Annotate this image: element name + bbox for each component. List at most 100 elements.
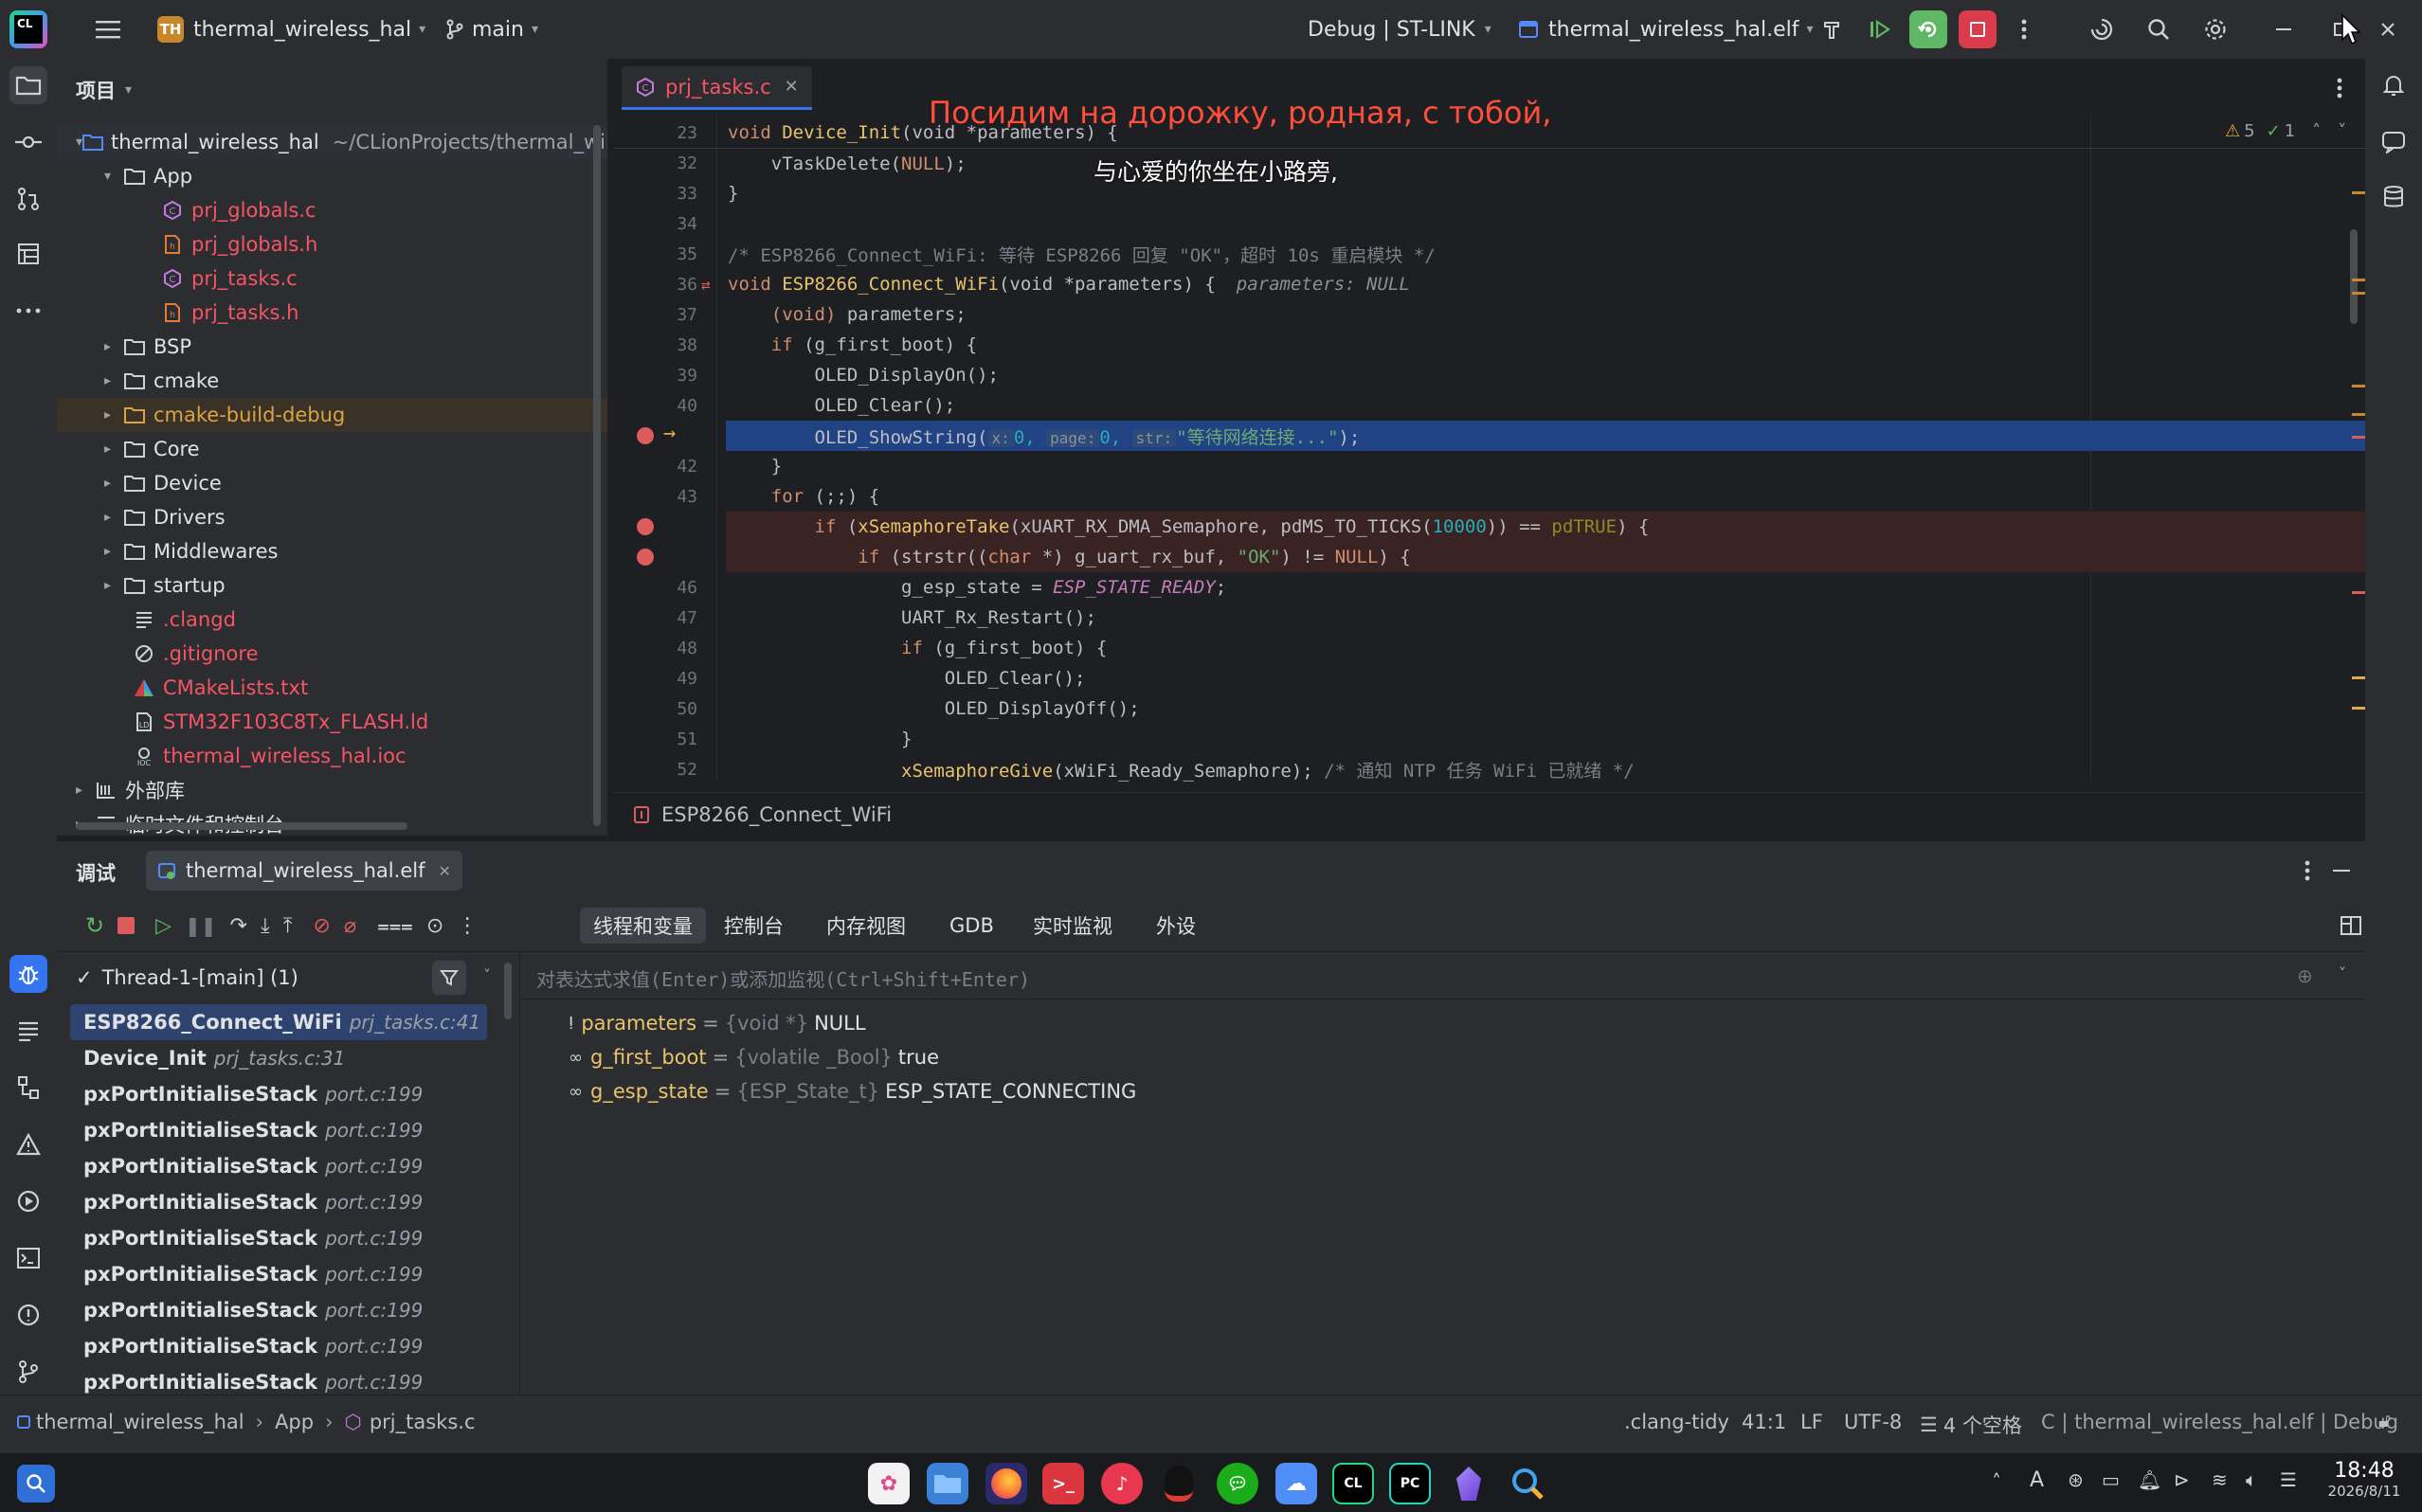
variable-row[interactable]: ∞ g_esp_state = {ESP_State_t} ESP_STATE_… (569, 1074, 1136, 1108)
ai-chat-icon[interactable] (2375, 123, 2413, 161)
stop-icon[interactable] (1958, 0, 1997, 59)
problems-triangle-icon[interactable] (9, 1125, 47, 1163)
run-to-cursor-icon[interactable]: ⊙ (426, 914, 443, 938)
resume-icon[interactable] (1861, 0, 1899, 59)
tree-item-prj-tasks-h[interactable]: h prj_tasks.h (57, 296, 607, 330)
database-icon[interactable] (2375, 178, 2413, 216)
tree-item-prj-globals-c[interactable]: C prj_globals.c (57, 193, 607, 227)
chevron-down-icon[interactable]: ˅ (483, 966, 491, 984)
structure-icon[interactable] (9, 235, 47, 273)
commit-icon[interactable] (9, 123, 47, 161)
breakpoint-marker[interactable] (2352, 591, 2365, 594)
pycharm-taskbar-icon[interactable]: PC (1389, 1463, 1431, 1504)
settings-gear-icon[interactable] (2196, 0, 2234, 59)
step-over-icon[interactable]: ↷ (230, 914, 247, 938)
code-line-34[interactable]: 34 (614, 208, 2365, 239)
toolbar-more-icon[interactable]: ⋮ (457, 914, 478, 938)
filter-frames-icon[interactable] (432, 961, 466, 995)
branch-selector[interactable]: main ▾ (445, 0, 538, 59)
volume-icon[interactable]: 🔈︎ (2246, 1468, 2257, 1491)
tree-item-clangd[interactable]: .clangd (57, 603, 607, 637)
code-line-39[interactable]: 39 OLED_DisplayOn(); (614, 360, 2365, 390)
warning-marker[interactable] (2352, 292, 2365, 295)
status-breadcrumb[interactable]: thermal_wireless_hal › App › ⬡ prj_tasks… (17, 1411, 476, 1433)
view-breakpoints-icon[interactable]: ⊘ (313, 914, 330, 938)
run-services-icon[interactable] (9, 1182, 47, 1220)
code-line-41-current[interactable]: → OLED_ShowString(x: 0, page: 0, str: "等待网络… (614, 421, 2365, 451)
pull-requests-icon[interactable] (9, 180, 47, 218)
breakpoint-verified-icon[interactable] (637, 518, 654, 535)
hide-panel-icon[interactable] (2327, 855, 2356, 887)
code-line-37[interactable]: 37 (void) parameters; (614, 299, 2365, 330)
code-line-40[interactable]: 40 OLED_Clear(); (614, 390, 2365, 421)
clion-logo[interactable]: CL (9, 0, 47, 59)
more-actions-icon[interactable] (2007, 0, 2041, 59)
more-tools-icon[interactable] (9, 292, 47, 330)
media-tray-icon[interactable]: ⊳ (2174, 1468, 2190, 1491)
debug-active-icon[interactable] (1908, 0, 1948, 59)
debug-bug-icon[interactable] (9, 955, 47, 993)
tree-item-scratches[interactable]: ▸ 临时文件和控制台 (57, 807, 607, 836)
close-icon[interactable]: ✕ (785, 77, 799, 97)
qq-icon[interactable] (1158, 1463, 1200, 1504)
cloud-drive-icon[interactable]: ☁ (1275, 1463, 1317, 1504)
frame-row[interactable]: pxPortInitialiseStack port.c:199 (70, 1292, 487, 1328)
run-config-selector[interactable]: Debug | ST-LINK ▾ (1308, 0, 1491, 59)
tree-item-ioc[interactable]: IOC thermal_wireless_hal.ioc (57, 739, 607, 773)
debug-more-icon[interactable] (2293, 855, 2322, 887)
terminal-app-icon[interactable]: >_ (1042, 1463, 1084, 1504)
frame-row[interactable]: pxPortInitialiseStack port.c:199 (70, 1184, 487, 1220)
tree-item-middlewares[interactable]: ▸ Middlewares (57, 534, 607, 568)
project-vertical-scrollbar[interactable] (593, 125, 601, 826)
override-arrow-icon[interactable]: ⇄ (701, 276, 711, 294)
thread-selector[interactable]: ✓ Thread-1-[main] (1) (76, 959, 483, 997)
frame-row[interactable]: pxPortInitialiseStack port.c:199 (70, 1112, 487, 1148)
editor-tab-prj-tasks-c[interactable]: C prj_tasks.c ✕ (622, 66, 812, 110)
ai-assistant-icon[interactable] (2083, 0, 2121, 59)
frame-row[interactable]: pxPortInitialiseStack port.c:199 (70, 1220, 487, 1256)
step-out-icon[interactable]: ⤒ (283, 914, 293, 938)
tree-item-startup[interactable]: ▸ startup (57, 568, 607, 603)
frame-row[interactable]: pxPortInitialiseStack port.c:199 (70, 1256, 487, 1292)
search-icon[interactable] (2140, 0, 2178, 59)
step-into-icon[interactable]: ⤓ (261, 914, 270, 938)
tab-peripherals[interactable]: 外设 (1143, 908, 1209, 944)
code-line-33[interactable]: 33 } (614, 178, 2365, 208)
warning-marker[interactable] (2352, 385, 2365, 387)
battery-icon[interactable]: ▭ (2102, 1468, 2120, 1491)
code-line-32[interactable]: 32 vTaskDelete(NULL); (614, 148, 2365, 178)
music-player-icon[interactable]: ♪ (1101, 1463, 1143, 1504)
add-watch-icon[interactable]: ⊕ (2297, 964, 2313, 987)
tab-gdb[interactable]: GDB (936, 908, 1007, 944)
stop-icon[interactable] (117, 917, 136, 934)
code-line-46[interactable]: 46 g_esp_state = ESP_STATE_READY; (614, 572, 2365, 603)
tree-root[interactable]: ▾ thermal_wireless_hal ~/CLionProjects/t… (57, 125, 607, 159)
clang-tidy-widget[interactable]: .clang-tidy (1624, 1411, 1729, 1433)
resume-icon[interactable]: ▷ (155, 914, 172, 938)
code-line-45-breakpoint[interactable]: if (strstr((char *) g_uart_rx_buf, "OK")… (614, 542, 2365, 572)
pause-icon[interactable]: ❚❚ (185, 914, 217, 937)
breakpoint-marker[interactable] (2352, 436, 2365, 439)
frame-row[interactable]: pxPortInitialiseStack port.c:199 (70, 1148, 487, 1184)
problems-icon[interactable] (9, 1296, 47, 1334)
warning-marker[interactable] (2352, 279, 2365, 281)
tree-item-external-libraries[interactable]: ▸ 外部库 (57, 773, 607, 807)
launcher-icon[interactable]: ✿ (868, 1463, 910, 1504)
search-app-icon[interactable] (1507, 1463, 1548, 1504)
tree-item-cmake[interactable]: ▸ cmake (57, 364, 607, 398)
chevron-down-icon[interactable]: ˅ (2339, 964, 2346, 982)
text-lines-icon[interactable] (9, 1012, 47, 1050)
warning-marker[interactable] (2352, 707, 2365, 710)
code-line-35[interactable]: 35 /* ESP8266_Connect_WiFi: 等待 ESP8266 回… (614, 239, 2365, 269)
wifi-icon[interactable]: ≋ (2212, 1468, 2228, 1491)
tree-item-core[interactable]: ▸ Core (57, 432, 607, 466)
target-selector[interactable]: thermal_wireless_hal.elf ▾ (1518, 0, 1814, 59)
code-line-47[interactable]: 47 UART_Rx_Restart(); (614, 603, 2365, 633)
debug-session-tab[interactable]: thermal_wireless_hal.elf ✕ (146, 851, 462, 891)
git-icon[interactable] (9, 1353, 47, 1391)
input-method-icon[interactable]: A (2030, 1468, 2044, 1492)
tree-item-bsp[interactable]: ▸ BSP (57, 330, 607, 364)
project-panel-header[interactable]: 项目 ▾ (76, 76, 132, 104)
code-line-48[interactable]: 48 if (g_first_boot) { (614, 633, 2365, 663)
frame-row[interactable]: pxPortInitialiseStack port.c:199 (70, 1364, 487, 1395)
